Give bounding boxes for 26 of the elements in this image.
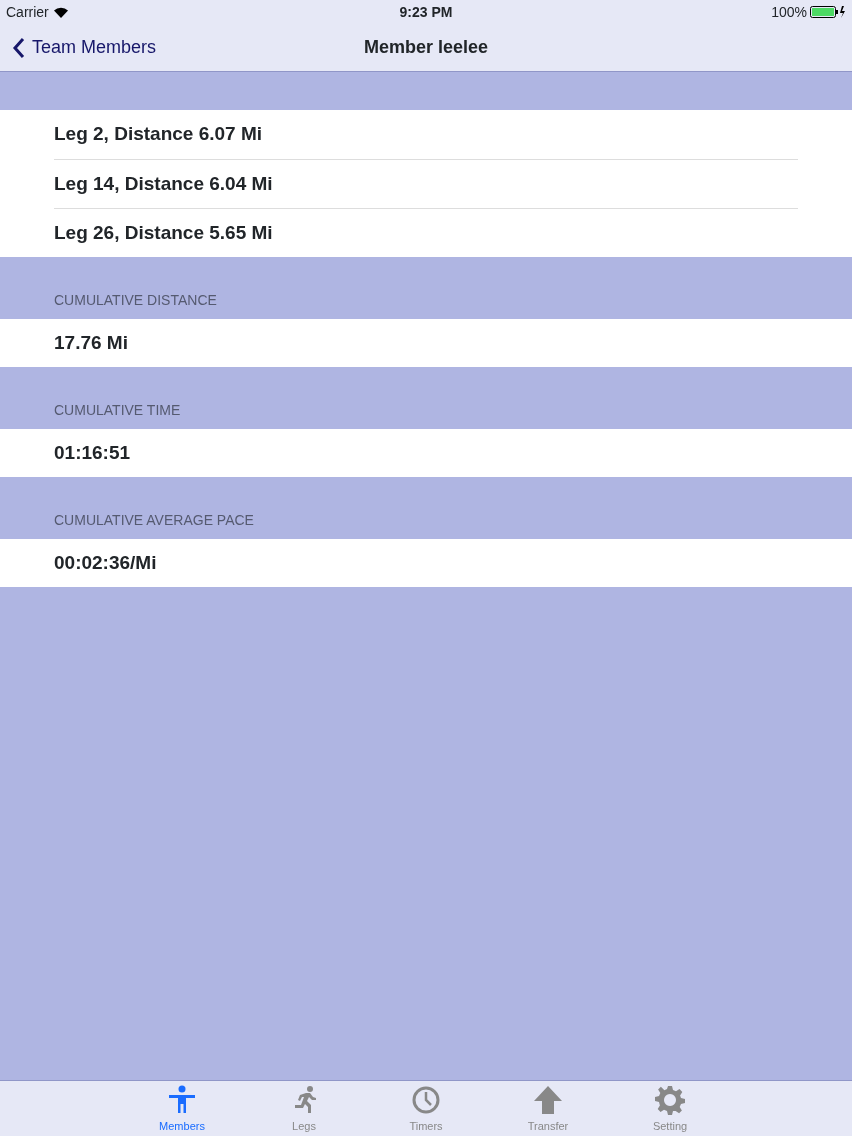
tab-button[interactable]: Transfer: [487, 1081, 609, 1136]
screen-title: Member leelee: [363, 36, 489, 59]
value-row: 01:16:51: [0, 429, 852, 477]
wifi-icon: [53, 6, 68, 18]
settings-icon: [655, 1085, 685, 1115]
person-icon: [167, 1085, 197, 1115]
battery-icon: [810, 6, 846, 18]
value-row: 00:02:36/Mi: [0, 539, 852, 587]
tab-button[interactable]: Timers: [365, 1081, 487, 1136]
leg-row[interactable]: Leg 2, Distance 6.07 Mi: [0, 110, 852, 159]
section-header: CUMULATIVE AVERAGE PACE: [53, 511, 255, 530]
back-button[interactable]: Team Members: [0, 34, 157, 61]
leg-row[interactable]: Leg 26, Distance 5.65 Mi: [0, 208, 852, 257]
tab-button[interactable]: Legs: [243, 1081, 365, 1136]
section-header: CUMULATIVE TIME: [53, 401, 182, 420]
clock-icon: [411, 1085, 441, 1115]
value-row: 17.76 Mi: [0, 319, 852, 367]
section-header: CUMULATIVE DISTANCE: [53, 291, 218, 310]
tab-button[interactable]: Members: [121, 1081, 243, 1136]
battery-percent: 100%: [771, 2, 807, 22]
up-arrow-icon: [533, 1085, 563, 1115]
carrier-label: Carrier: [6, 2, 49, 22]
clock-time: 9:23 PM: [399, 2, 453, 22]
leg-row[interactable]: Leg 14, Distance 6.04 Mi: [0, 159, 852, 208]
back-chevron-icon: [12, 36, 26, 59]
tab-button[interactable]: Setting: [609, 1081, 731, 1136]
